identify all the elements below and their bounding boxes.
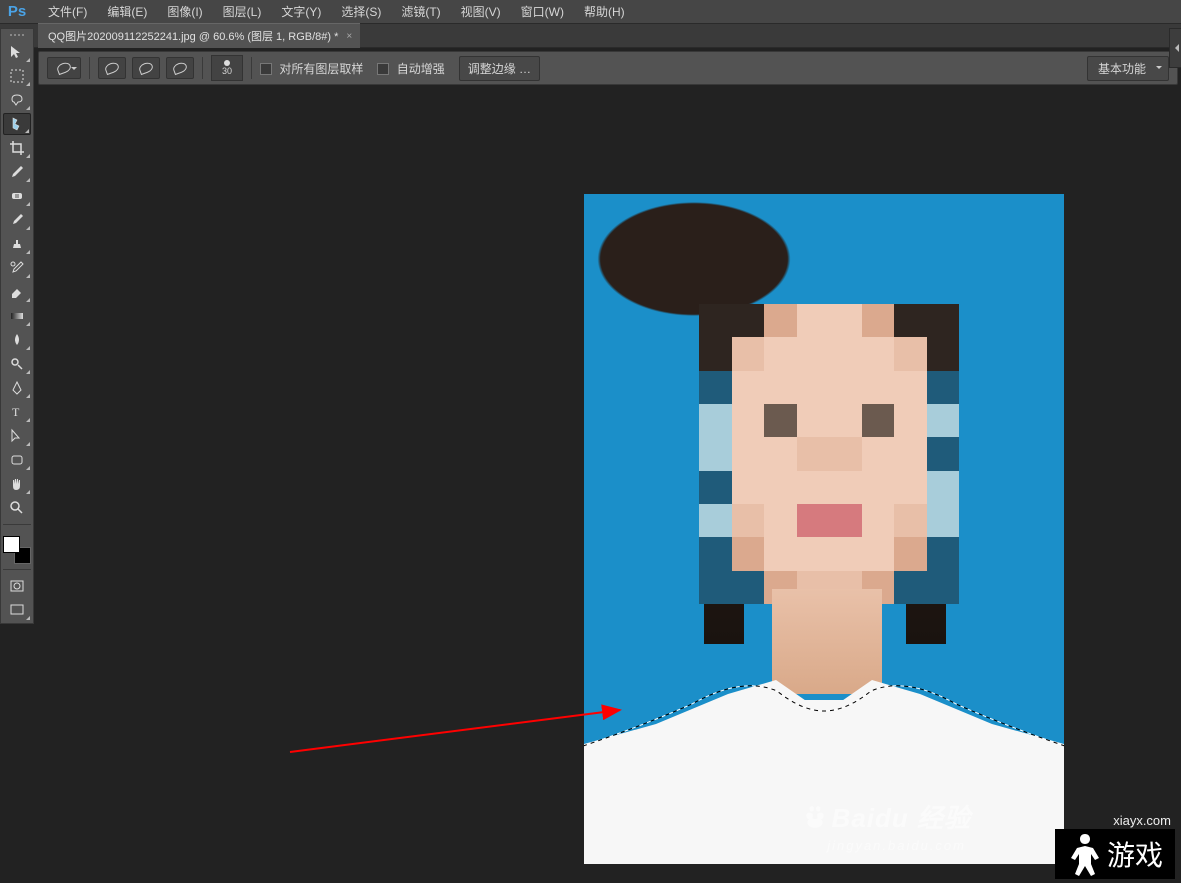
svg-text:T: T [12,405,20,419]
move-tool[interactable] [3,41,31,63]
options-bar: 30 对所有图层取样 自动增强 调整边缘 … 基本功能 [38,51,1178,85]
screen-mode-toggle[interactable] [3,599,31,621]
blur-tool[interactable] [3,329,31,351]
separator [202,57,203,79]
pen-tool[interactable] [3,377,31,399]
quick-selection-tool[interactable] [3,113,31,135]
tool-preset-dropdown[interactable] [47,57,81,79]
shape-tool[interactable] [3,449,31,471]
brush-icon [104,61,121,75]
quick-mask-toggle[interactable] [3,575,31,597]
auto-enhance-label: 自动增强 [397,62,445,76]
menu-window[interactable]: 窗口(W) [511,0,574,23]
type-tool[interactable]: T [3,401,31,423]
gradient-tool[interactable] [3,305,31,327]
marquee-tool[interactable] [3,65,31,87]
healing-brush-tool[interactable] [3,185,31,207]
photo-content [584,194,1064,864]
menu-help[interactable]: 帮助(H) [574,0,635,23]
menu-layer[interactable]: 图层(L) [213,0,272,23]
auto-enhance-option[interactable]: 自动增强 [377,60,452,77]
sample-all-layers-label: 对所有图层取样 [279,62,363,76]
document-tab[interactable]: QQ图片202009112252241.jpg @ 60.6% (图层 1, R… [38,23,360,48]
quick-selection-icon [56,61,73,75]
checkbox-icon [377,63,389,75]
separator [89,57,90,79]
crop-tool[interactable] [3,137,31,159]
foreground-color-swatch[interactable] [3,536,20,553]
canvas-area[interactable] [38,86,1181,883]
menu-bar: Ps 文件(F) 编辑(E) 图像(I) 图层(L) 文字(Y) 选择(S) 滤… [0,0,1181,24]
panel-grip[interactable] [3,31,31,39]
eyedropper-tool[interactable] [3,161,31,183]
menu-file[interactable]: 文件(F) [38,0,97,23]
history-brush-tool[interactable] [3,257,31,279]
brush-plus-icon [138,61,155,75]
menu-type[interactable]: 文字(Y) [271,0,331,23]
workspace-switcher[interactable]: 基本功能 [1087,56,1169,81]
brush-tool[interactable] [3,209,31,231]
path-selection-tool[interactable] [3,425,31,447]
document-tab-bar: QQ图片202009112252241.jpg @ 60.6% (图层 1, R… [0,24,1181,48]
add-to-selection-button[interactable] [132,57,160,79]
brush-minus-icon [172,61,189,75]
tools-panel: T [0,28,34,624]
eraser-tool[interactable] [3,281,31,303]
menu-image[interactable]: 图像(I) [157,0,212,23]
clone-stamp-tool[interactable] [3,233,31,255]
menu-select[interactable]: 选择(S) [331,0,391,23]
brush-picker-dropdown[interactable]: 30 [211,55,243,81]
dodge-tool[interactable] [3,353,31,375]
lasso-tool[interactable] [3,89,31,111]
separator [251,57,252,79]
hand-tool[interactable] [3,473,31,495]
separator [3,569,31,570]
subtract-from-selection-button[interactable] [166,57,194,79]
color-swatches[interactable] [3,536,31,564]
menu-edit[interactable]: 编辑(E) [97,0,157,23]
new-selection-button[interactable] [98,57,126,79]
expand-panels-button[interactable] [1169,28,1181,68]
menu-filter[interactable]: 滤镜(T) [391,0,450,23]
document-tab-title: QQ图片202009112252241.jpg @ 60.6% (图层 1, R… [48,28,338,44]
sample-all-layers-option[interactable]: 对所有图层取样 [260,60,371,77]
refine-edge-button[interactable]: 调整边缘 … [459,56,540,81]
zoom-tool[interactable] [3,497,31,519]
document-canvas[interactable] [584,194,1064,864]
checkbox-icon [260,63,272,75]
watermark-game-logo: 游戏 [1055,829,1175,879]
annotation-arrow [288,696,628,756]
app-logo: Ps [4,2,30,22]
separator [3,524,31,525]
close-tab-button[interactable]: × [346,31,352,42]
brush-size-value: 30 [222,67,232,76]
menu-view[interactable]: 视图(V) [451,0,511,23]
selection-marquee [584,656,1064,864]
